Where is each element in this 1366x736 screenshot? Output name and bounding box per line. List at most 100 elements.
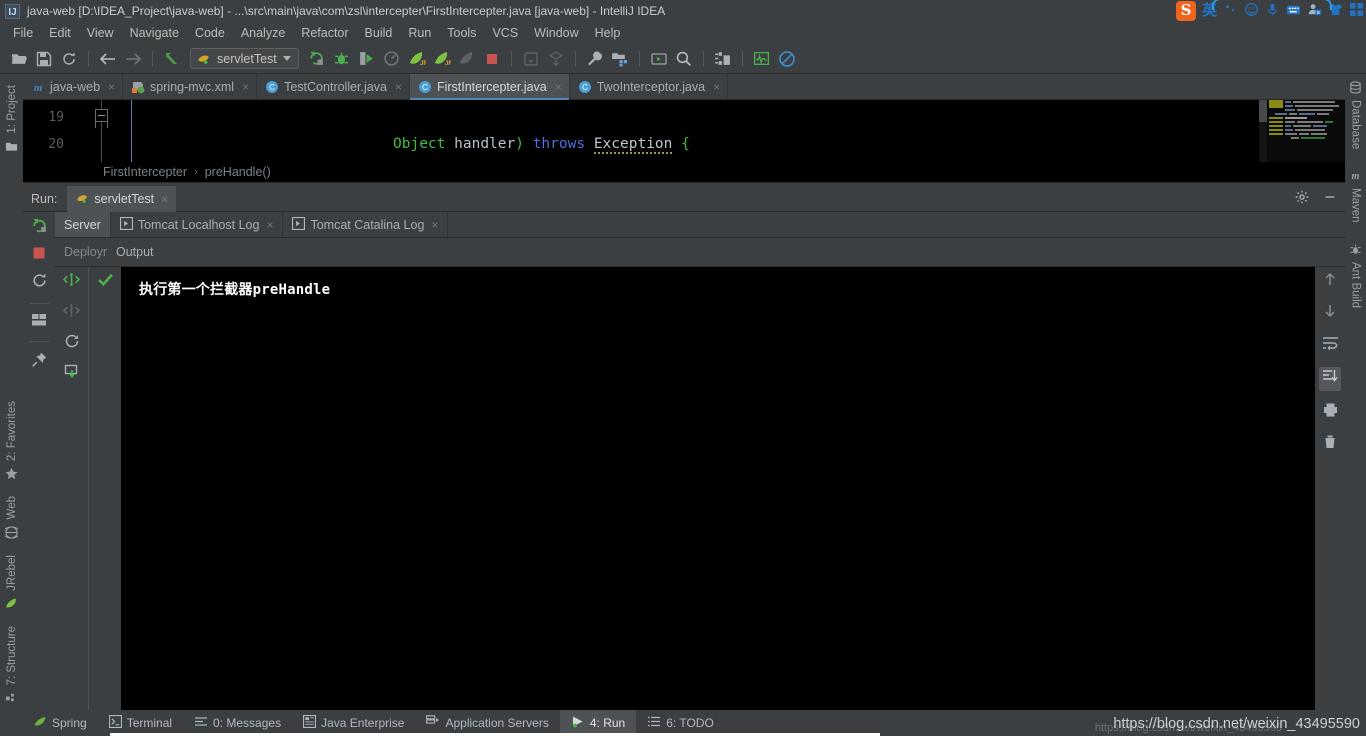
scroll-to-end-icon[interactable] [62,271,81,293]
run-configuration-selector[interactable]: servletTest [190,48,299,69]
menu-code[interactable]: Code [188,24,232,42]
breadcrumb-class[interactable]: FirstIntercepter [103,165,187,179]
close-icon[interactable]: × [395,80,402,94]
deployment-label[interactable]: Deploym [55,238,107,267]
navigate-forward-icon[interactable] [122,48,144,70]
sync-icon[interactable] [58,48,80,70]
code-text[interactable]: Object handler) throws Exception { Syste… [131,100,1345,162]
search-everywhere-icon[interactable] [673,48,695,70]
menu-edit[interactable]: Edit [42,24,78,42]
run-sub-tab-server[interactable]: Server [55,212,111,237]
close-icon[interactable]: × [431,218,438,232]
sidebar-item-structure[interactable]: 7: Structure [6,620,18,691]
profile-icon[interactable] [381,48,403,70]
structure-icon[interactable] [5,691,18,704]
package-download-icon[interactable] [545,48,567,70]
code-folding-gutter[interactable] [71,100,131,162]
menu-navigate[interactable]: Navigate [123,24,186,42]
stop-icon[interactable] [481,48,503,70]
pin-icon[interactable] [31,351,48,373]
debug-icon[interactable] [331,48,353,70]
close-icon[interactable]: × [713,80,720,94]
jump-to-source-icon[interactable] [161,48,183,70]
editor-tab-firstintercepter-java[interactable]: C FirstIntercepter.java × [409,74,570,100]
menu-vcs[interactable]: VCS [485,24,525,42]
ime-tray[interactable]: S 英 B [1175,0,1364,22]
ime-toolbox-icon[interactable] [1349,2,1364,20]
status-bar-item-spring[interactable]: Spring [22,710,98,736]
editor-tab-twointerceptor-java[interactable]: C TwoInterceptor.java × [570,74,729,99]
breadcrumb-method[interactable]: preHandle() [205,165,271,179]
menu-view[interactable]: View [80,24,121,42]
database-icon[interactable] [1349,81,1362,94]
restart-server-icon[interactable] [31,272,48,294]
menu-build[interactable]: Build [358,24,400,42]
open-project-icon[interactable] [8,48,30,70]
up-icon[interactable] [1322,271,1338,292]
menu-window[interactable]: Window [527,24,585,42]
close-icon[interactable]: × [161,192,168,206]
project-structure-icon[interactable] [609,48,631,70]
activity-monitor-icon[interactable] [751,48,773,70]
rerun-icon[interactable] [31,217,48,239]
gear-icon[interactable] [1295,190,1309,209]
run-with-coverage-icon[interactable] [356,48,378,70]
sidebar-item-maven[interactable]: Maven [1350,182,1362,229]
navigate-back-icon[interactable] [97,48,119,70]
editor-tab-spring-mvc-xml[interactable]: spring-mvc.xml × [123,74,258,99]
ant-icon[interactable] [1349,243,1362,256]
run-session-tab[interactable]: servletTest × [67,185,177,212]
jrebel-icon[interactable] [5,597,18,610]
sidebar-item-favorites[interactable]: 2: Favorites [6,395,18,467]
close-icon[interactable]: × [266,218,273,232]
chevron-down-icon[interactable] [282,56,291,61]
sidebar-item-project[interactable]: 1: Project [6,79,18,140]
menu-file[interactable]: File [6,24,40,42]
code-minimap[interactable] [1267,100,1345,162]
menu-run[interactable]: Run [401,24,438,42]
no-access-icon[interactable] [776,48,798,70]
sogou-logo-icon[interactable]: S [1175,1,1196,21]
close-icon[interactable]: × [108,80,115,94]
editor-tab-testcontroller-java[interactable]: C TestController.java × [257,74,410,99]
print-icon[interactable] [1322,402,1339,423]
jrebel-more-icon[interactable] [456,48,478,70]
scroll-to-start-icon[interactable] [62,302,81,324]
run-sub-tab-tomcat-localhost-log[interactable]: Tomcat Localhost Log × [111,212,284,237]
console-icon[interactable] [648,48,670,70]
refresh-icon[interactable] [64,333,80,354]
run-sub-tab-tomcat-catalina-log[interactable]: Tomcat Catalina Log × [283,212,449,237]
sidebar-item-web[interactable]: Web [6,490,18,525]
breadcrumb[interactable]: FirstIntercepter › preHandle() [23,162,1345,183]
close-icon[interactable]: × [555,80,562,94]
jrebel-debug-icon[interactable]: JR [431,48,453,70]
save-all-icon[interactable] [33,48,55,70]
globe-icon[interactable] [5,526,18,539]
rerun-icon[interactable] [306,48,328,70]
save-deploy-icon[interactable] [712,48,734,70]
export-icon[interactable] [64,363,80,384]
jrebel-run-icon[interactable]: JR [406,48,428,70]
menu-help[interactable]: Help [588,24,628,42]
close-icon[interactable]: × [242,80,249,94]
console-output[interactable]: 执行第一个拦截器preHandle [121,267,1315,710]
maven-icon[interactable]: m [1349,169,1362,182]
scroll-to-stacktrace-end-icon[interactable] [1319,367,1341,391]
delete-icon[interactable] [1322,434,1338,455]
menu-analyze[interactable]: Analyze [234,24,292,42]
code-editor[interactable]: 19 20 Object handler) throws Exception {… [23,100,1345,162]
menu-tools[interactable]: Tools [440,24,483,42]
output-label[interactable]: Output [107,238,163,267]
sidebar-item-database[interactable]: Database [1350,94,1362,155]
menu-refactor[interactable]: Refactor [294,24,355,42]
sidebar-item-ant-build[interactable]: Ant Build [1350,256,1362,314]
layout-icon[interactable] [31,313,47,332]
editor-vertical-scrollbar[interactable] [1259,100,1267,162]
update-app-icon[interactable] [520,48,542,70]
minimize-icon[interactable] [1323,190,1337,209]
editor-tab-java-web[interactable]: m java-web × [23,74,124,99]
down-icon[interactable] [1322,303,1338,324]
settings-wrench-icon[interactable] [584,48,606,70]
soft-wrap-icon[interactable] [1322,335,1339,356]
sidebar-item-jrebel[interactable]: JRebel [6,549,18,597]
